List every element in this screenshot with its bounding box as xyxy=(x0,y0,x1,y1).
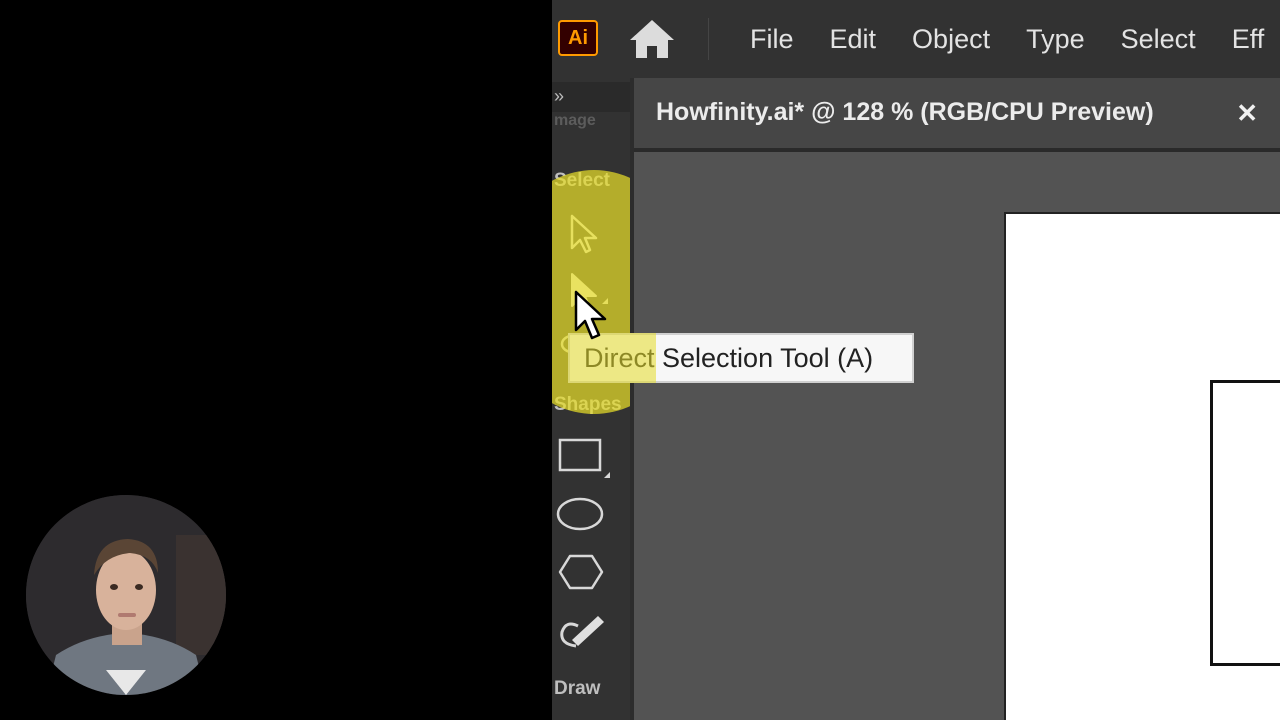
menu-edit[interactable]: Edit xyxy=(812,0,895,78)
close-icon[interactable]: ✕ xyxy=(1236,98,1258,129)
rectangle-tool-icon[interactable] xyxy=(556,432,612,482)
document-tab[interactable]: Howfinity.ai* @ 128 % (RGB/CPU Preview) … xyxy=(634,78,1280,148)
document-tab-bar: Howfinity.ai* @ 128 % (RGB/CPU Preview) … xyxy=(634,78,1280,152)
tool-tooltip: Direct Selection Tool (A) xyxy=(568,333,914,383)
expand-chevron-icon[interactable]: » xyxy=(554,86,564,107)
polygon-tool-icon[interactable] xyxy=(554,548,610,598)
tools-section-image: mage xyxy=(554,112,596,129)
tools-panel: » mage Select Shapes Draw xyxy=(552,78,696,720)
rectangle-shape[interactable] xyxy=(1210,380,1280,666)
document-tab-title[interactable]: Howfinity.ai* @ 128 % (RGB/CPU Preview) xyxy=(656,98,1154,127)
selection-tool-icon[interactable] xyxy=(558,208,614,258)
menu-items: File Edit Object Type Select Eff xyxy=(732,0,1280,78)
menu-effect[interactable]: Eff xyxy=(1214,0,1280,78)
presenter-webcam xyxy=(26,495,226,695)
tools-section-select: Select xyxy=(554,170,610,191)
menu-type[interactable]: Type xyxy=(1008,0,1103,78)
menu-select[interactable]: Select xyxy=(1103,0,1214,78)
canvas-area[interactable] xyxy=(634,152,1280,720)
menu-file[interactable]: File xyxy=(732,0,812,78)
menu-bar: Ai File Edit Object Type Select Eff xyxy=(552,0,1280,78)
ellipse-tool-icon[interactable] xyxy=(554,490,610,540)
menu-object[interactable]: Object xyxy=(894,0,1008,78)
artboard[interactable] xyxy=(1004,212,1280,720)
tools-section-shapes: Shapes xyxy=(554,394,622,415)
home-icon[interactable] xyxy=(628,18,676,60)
tools-panel-header[interactable]: » xyxy=(552,82,630,112)
illustrator-logo: Ai xyxy=(558,20,598,56)
shaper-tool-icon[interactable] xyxy=(554,608,610,658)
menu-separator xyxy=(708,18,709,60)
presenter-portrait xyxy=(26,495,226,695)
tools-section-draw: Draw xyxy=(554,678,601,699)
mouse-cursor-icon xyxy=(572,290,612,346)
